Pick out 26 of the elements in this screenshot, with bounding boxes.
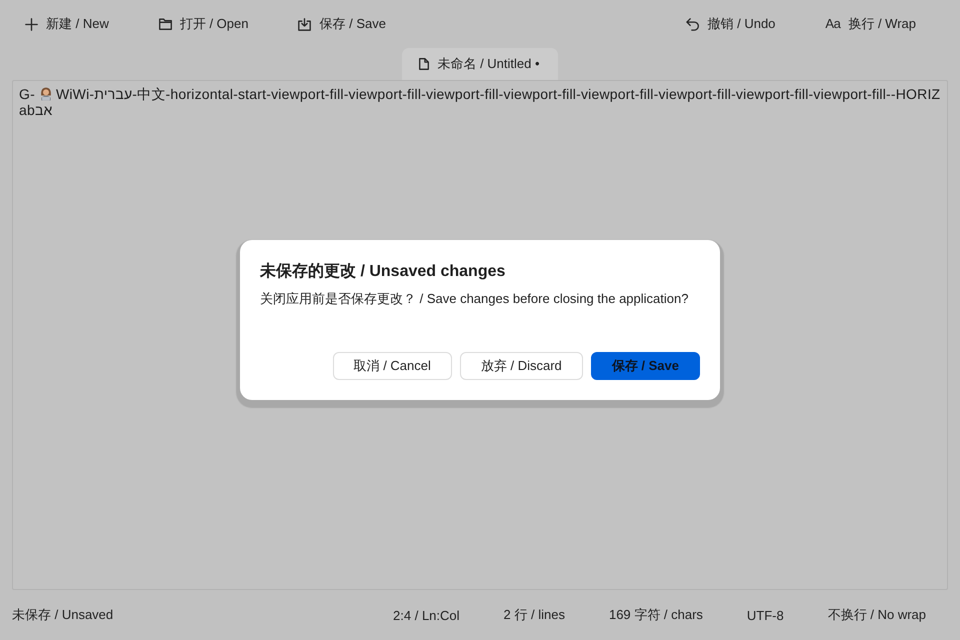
toolbar-button[interactable]: 撤销 / Undo <box>676 10 786 38</box>
status-item: UTF-8 <box>746 608 784 622</box>
folder-icon <box>158 18 172 30</box>
document-tab[interactable]: 未命名 / Untitled • <box>402 48 558 80</box>
text-format-icon: Aa <box>825 17 840 31</box>
person-laptop-icon <box>38 87 53 101</box>
editor-text: abאב <box>19 102 53 118</box>
save-status: 未保存 / Unsaved <box>12 606 114 624</box>
arrow-into-tray-icon <box>298 18 312 30</box>
document-icon <box>419 58 430 70</box>
status-item: 2 行 / lines <box>504 606 565 624</box>
status-item: 2:4 / Ln:Col <box>393 608 460 622</box>
dialog-message: 关闭应用前是否保存更改？ / Save changes before closing the application? <box>260 290 690 308</box>
toolbar-button[interactable]: 打开 / Open <box>148 10 258 38</box>
undo-icon <box>686 18 700 30</box>
toolbar-button[interactable]: 新建 / New <box>15 10 119 38</box>
editor-text: G- <box>19 86 35 102</box>
dialog-button[interactable]: 放弃 / Discard <box>460 352 583 380</box>
status-item: 不换行 / No wrap <box>828 606 926 624</box>
toolbar-button[interactable]: Aa 换行 / Wrap <box>815 10 926 38</box>
dialog-title: 未保存的更改 / Unsaved changes <box>260 262 506 282</box>
status-item: 169 字符 / chars <box>608 606 703 624</box>
dialog-button[interactable]: 取消 / Cancel <box>332 352 452 380</box>
plus-icon <box>25 18 38 30</box>
editor-text: WiWi-עברית-中文-horizontal-start-viewport-fill-viewport-fill-viewport-fill-viewport-fill-viewport-fill-viewport-fill-viewport-fill-viewport-fill--HORIZ <box>56 86 940 102</box>
toolbar-button[interactable]: 保存 / Save <box>288 10 396 38</box>
